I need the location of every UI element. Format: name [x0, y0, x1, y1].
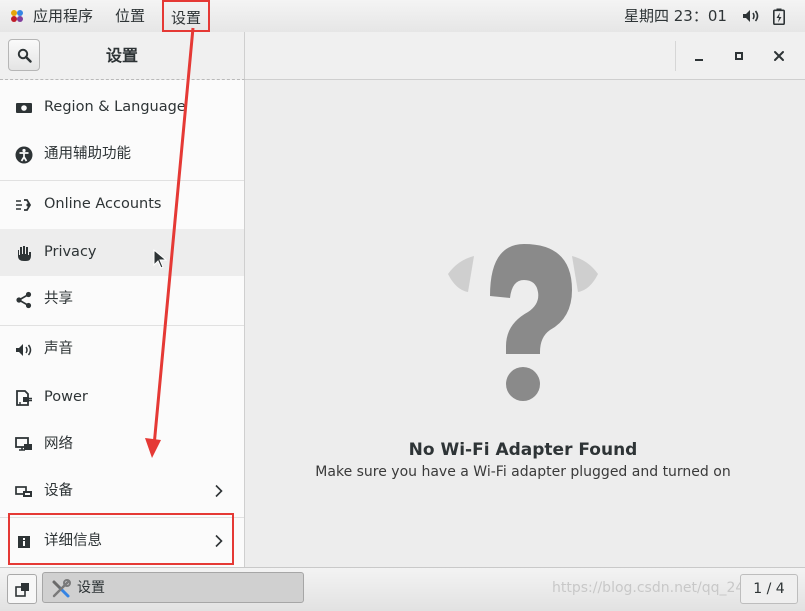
places-menu[interactable]: 位置 [115, 0, 145, 32]
show-desktop-icon [15, 583, 29, 597]
online-accounts-icon [16, 199, 32, 211]
workspace-pager[interactable]: 1 / 4 [740, 574, 798, 604]
top-bar: 应用程序 位置 设置 星期四 23：01 [0, 0, 805, 33]
network-icon [15, 437, 32, 451]
bottom-taskbar: 设置 https://blog.csdn.net/qq_24880013 1 /… [0, 567, 805, 611]
maximize-button[interactable] [727, 44, 751, 68]
clock[interactable]: 星期四 23：01 [624, 0, 727, 33]
sidebar-item-power[interactable]: Power [0, 374, 244, 421]
mouse-cursor-icon [153, 249, 167, 269]
devices-icon [15, 486, 32, 497]
minimize-button[interactable] [687, 44, 711, 68]
header-separator [675, 41, 676, 71]
region-language-icon [16, 103, 32, 113]
sidebar-item-online-accounts[interactable]: Online Accounts [0, 181, 244, 228]
sidebar-header: 设置 [0, 32, 245, 80]
main-header [245, 32, 805, 80]
sidebar-item-region-language[interactable]: Region & Language [0, 84, 244, 131]
settings-tools-icon [52, 579, 71, 598]
power-plug-icon [16, 390, 32, 406]
share-icon [16, 291, 32, 309]
sidebar-item-label: Power [44, 389, 88, 405]
sidebar-item-label: 声音 [44, 341, 73, 357]
search-icon [17, 48, 32, 63]
sidebar-item-network[interactable]: 网络 [0, 421, 244, 468]
battery-icon[interactable] [773, 8, 785, 25]
hand-icon [18, 246, 31, 261]
taskbar-window-settings[interactable]: 设置 [42, 572, 304, 603]
chevron-right-icon [215, 484, 223, 498]
wifi-panel: No Wi-Fi Adapter Found Make sure you hav… [245, 80, 805, 567]
empty-state-title: No Wi-Fi Adapter Found [408, 440, 638, 460]
settings-menu[interactable]: 设置 [162, 0, 211, 32]
sidebar-item-label: 共享 [44, 291, 73, 307]
question-mark-icon [448, 244, 598, 401]
speaker-icon [16, 344, 32, 356]
sidebar-item-label: 网络 [44, 436, 73, 452]
close-button[interactable] [767, 44, 791, 68]
settings-sidebar: Region & Language 通用辅助功能 Online Accounts… [0, 80, 245, 567]
sidebar-item-label: 通用辅助功能 [44, 146, 131, 162]
sidebar-item-label: Privacy [44, 244, 97, 260]
sidebar-item-label: Region & Language [44, 99, 186, 115]
annotation-highlight-box [8, 513, 234, 565]
accessibility-icon [15, 146, 33, 164]
search-button[interactable] [8, 39, 40, 71]
sidebar-item-devices[interactable]: 设备 [0, 468, 244, 515]
sidebar-item-sound[interactable]: 声音 [0, 326, 244, 373]
sidebar-item-sharing[interactable]: 共享 [0, 276, 244, 323]
applications-menu[interactable]: 应用程序 [33, 0, 93, 32]
sidebar-item-label: Online Accounts [44, 196, 162, 212]
sidebar-title: 设置 [105, 46, 138, 65]
apps-menu-icon[interactable] [10, 9, 24, 23]
taskbar-window-label: 设置 [77, 580, 105, 596]
show-desktop-button[interactable] [7, 574, 37, 604]
settings-window: 设置 Region & Language 通用辅助功能 Online Accou… [0, 32, 805, 567]
sidebar-item-privacy[interactable]: Privacy [0, 229, 244, 276]
sidebar-item-label: 设备 [44, 483, 73, 499]
volume-icon[interactable] [742, 9, 760, 23]
empty-state-subtitle: Make sure you have a Wi-Fi adapter plugg… [315, 464, 731, 480]
sidebar-item-accessibility[interactable]: 通用辅助功能 [0, 131, 244, 178]
